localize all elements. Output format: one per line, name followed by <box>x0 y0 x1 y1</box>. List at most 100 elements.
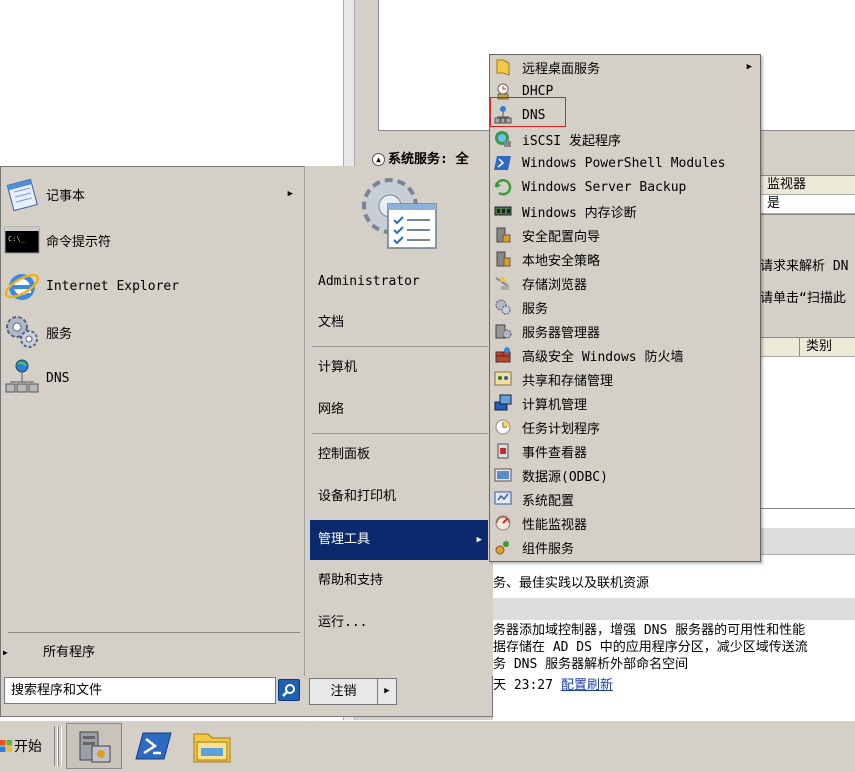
admin-item-local-security-policy[interactable]: 本地安全策略 <box>490 247 760 271</box>
admin-item-event-viewer[interactable]: 事件查看器 <box>490 439 760 463</box>
storage-explorer-icon <box>493 273 513 293</box>
taskbar-powershell[interactable] <box>126 723 182 769</box>
description-line: 务器添加域控制器，增强 DNS 服务器的可用性和性能 <box>493 623 806 638</box>
taskbar-explorer[interactable] <box>184 723 240 769</box>
dns-highlight-box <box>490 97 566 127</box>
pinned-item-ie[interactable]: Internet Explorer <box>0 264 303 308</box>
admin-item-label: 数据源(ODBC) <box>522 469 608 485</box>
admin-item-component-services[interactable]: 组件服务 <box>490 535 760 559</box>
event-viewer-icon <box>493 441 513 461</box>
task-scheduler-icon <box>493 417 513 437</box>
search-button[interactable] <box>278 679 300 701</box>
pinned-item-label: DNS <box>46 370 70 386</box>
dns-info-text: 请求来解析 DN <box>760 259 849 274</box>
logoff-button[interactable]: 注销 ▶ <box>309 678 397 705</box>
admin-item-iscsi[interactable]: iSCSI 发起程序 <box>490 127 760 151</box>
admin-item-memory-diagnostic[interactable]: Windows 内存诊断 <box>490 199 760 223</box>
search-icon <box>282 684 295 697</box>
logoff-label: 注销 <box>330 684 357 699</box>
admin-item-computer-management[interactable]: 计算机管理 <box>490 391 760 415</box>
submenu-arrow-icon: ▶ <box>287 189 293 199</box>
component-services-icon <box>493 537 513 557</box>
windows-flag-icon <box>0 740 12 752</box>
right-item-documents[interactable]: 文档 <box>310 306 488 340</box>
best-practices-text: 务、最佳实践以及联机资源 <box>493 576 650 591</box>
admin-item-firewall[interactable]: 高级安全 Windows 防火墙 <box>490 343 760 367</box>
right-item-help-support[interactable]: 帮助和支持 <box>310 564 488 598</box>
notepad-icon <box>2 174 42 214</box>
services-icon <box>493 297 513 317</box>
right-item-administrator[interactable]: Administrator <box>310 265 488 299</box>
refresh-time: 天 23:27 <box>493 678 553 693</box>
system-services-header[interactable]: ▲ 系统服务: 全 <box>372 148 469 167</box>
description-line: 务 DNS 服务器解析外部命名空间 <box>493 657 689 670</box>
share-storage-icon <box>493 369 513 389</box>
admin-item-storage-explorer[interactable]: 存储浏览器 <box>490 271 760 295</box>
right-item-label: 设备和打印机 <box>318 489 397 504</box>
start-button[interactable]: 开始 <box>0 726 48 766</box>
admin-item-label: 事件查看器 <box>522 445 588 461</box>
all-programs-button[interactable]: ▶ 所有程序 <box>0 640 303 666</box>
admin-item-label: 服务 <box>522 301 549 317</box>
right-item-label: 文档 <box>318 315 345 330</box>
configure-refresh-link[interactable]: 配置刷新 <box>561 678 613 693</box>
pinned-item-cmd[interactable]: C:\_ 命令提示符 <box>0 218 303 262</box>
admin-item-label: Windows PowerShell Modules <box>522 155 726 171</box>
right-item-admin-tools[interactable]: 管理工具 ▶ <box>310 520 488 560</box>
firewall-icon <box>493 345 513 365</box>
right-item-label: 网络 <box>318 402 345 417</box>
admin-item-powershell-modules[interactable]: Windows PowerShell Modules <box>490 151 760 175</box>
admin-item-server-backup[interactable]: Windows Server Backup <box>490 175 760 199</box>
right-item-run[interactable]: 运行... <box>310 606 488 640</box>
right-item-devices-printers[interactable]: 设备和打印机 <box>310 480 488 514</box>
taskbar-server-manager[interactable] <box>66 723 122 769</box>
admin-item-label: 系统配置 <box>522 493 575 509</box>
local-policy-icon <box>493 249 513 269</box>
admin-item-system-configuration[interactable]: 系统配置 <box>490 487 760 511</box>
pinned-item-dns[interactable]: DNS <box>0 356 303 400</box>
pinned-item-label: 服务 <box>46 326 73 342</box>
description-line: 据存储在 AD DS 中的应用程序分区，减少区域传送流 <box>493 640 808 655</box>
user-picture-icon[interactable] <box>358 172 442 256</box>
admin-item-server-manager[interactable]: 服务器管理器 <box>490 319 760 343</box>
admin-item-label: 服务器管理器 <box>522 325 601 341</box>
admin-item-remote-desktop[interactable]: 远程桌面服务 ▶ <box>490 55 760 79</box>
expand-arrow-icon: ▶ <box>3 648 8 657</box>
admin-item-label: 本地安全策略 <box>522 253 601 269</box>
table-header-category[interactable]: 类别 <box>799 338 832 356</box>
admin-item-security-wizard[interactable]: 安全配置向导 <box>490 223 760 247</box>
results-table-header: 类别 <box>761 338 855 357</box>
admin-item-label: 高级安全 Windows 防火墙 <box>522 349 684 365</box>
memory-icon <box>493 201 513 221</box>
table-cell-monitor[interactable]: 是 <box>761 195 855 214</box>
system-services-label: 系统服务: 全 <box>388 152 469 167</box>
table-header-monitor[interactable]: 监视器 <box>761 176 855 195</box>
admin-item-services[interactable]: 服务 <box>490 295 760 319</box>
right-item-computer[interactable]: 计算机 <box>310 351 488 385</box>
admin-item-label: iSCSI 发起程序 <box>522 133 621 149</box>
admin-item-label: 计算机管理 <box>522 397 588 413</box>
right-item-label: 计算机 <box>318 360 358 375</box>
powershell-icon <box>493 153 513 173</box>
shutdown-options-arrow-icon[interactable]: ▶ <box>377 679 396 704</box>
computer-management-icon <box>493 393 513 413</box>
admin-item-odbc[interactable]: 数据源(ODBC) <box>490 463 760 487</box>
right-item-network[interactable]: 网络 <box>310 393 488 427</box>
pinned-item-label: 记事本 <box>46 188 86 204</box>
right-pane-divider <box>312 433 488 434</box>
left-pane-divider <box>8 632 300 633</box>
admin-item-label: 安全配置向导 <box>522 229 601 245</box>
right-item-label: 帮助和支持 <box>318 573 384 588</box>
admin-item-label: 性能监视器 <box>522 517 588 533</box>
pinned-item-services[interactable]: 服务 <box>0 310 303 354</box>
search-input[interactable]: 搜索程序和文件 <box>4 677 276 704</box>
start-label: 开始 <box>14 739 42 755</box>
security-wizard-icon <box>493 225 513 245</box>
collapse-icon[interactable]: ▲ <box>372 153 385 166</box>
admin-item-task-scheduler[interactable]: 任务计划程序 <box>490 415 760 439</box>
admin-item-share-storage[interactable]: 共享和存储管理 <box>490 367 760 391</box>
backup-icon <box>493 177 513 197</box>
pinned-item-notepad[interactable]: 记事本 ▶ <box>0 172 303 216</box>
admin-item-performance-monitor[interactable]: 性能监视器 <box>490 511 760 535</box>
right-item-control-panel[interactable]: 控制面板 <box>310 438 488 472</box>
